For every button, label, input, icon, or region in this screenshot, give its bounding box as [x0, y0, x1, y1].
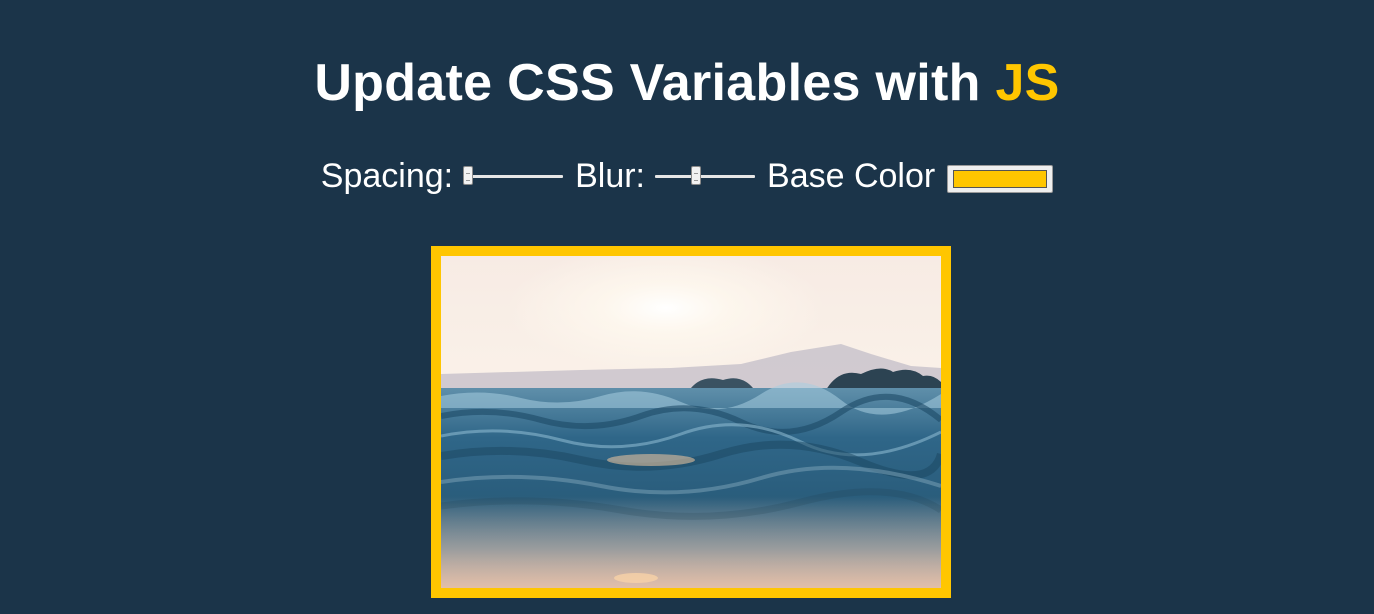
blur-slider-thumb[interactable] [691, 166, 702, 185]
base-color-swatch [953, 170, 1048, 188]
blur-slider-track [655, 175, 756, 178]
controls-bar: Spacing: Blur: Base Color [0, 154, 1374, 198]
title-text: Update CSS Variables with [314, 54, 996, 112]
spacing-slider-track [463, 175, 564, 178]
spacing-label: Spacing: [320, 157, 454, 195]
base-color-picker[interactable] [947, 165, 1054, 193]
ocean-photo [441, 256, 941, 588]
spacing-slider-thumb[interactable] [463, 166, 474, 185]
page-title: Update CSS Variables with JS [0, 52, 1374, 114]
base-color-label: Base Color [767, 157, 936, 195]
photo-frame [431, 246, 951, 598]
blur-label: Blur: [575, 157, 646, 195]
blur-slider[interactable] [655, 164, 756, 188]
title-highlight: JS [995, 54, 1060, 112]
page: Update CSS Variables with JS Spacing: Bl… [0, 0, 1374, 614]
spacing-slider[interactable] [463, 164, 564, 188]
